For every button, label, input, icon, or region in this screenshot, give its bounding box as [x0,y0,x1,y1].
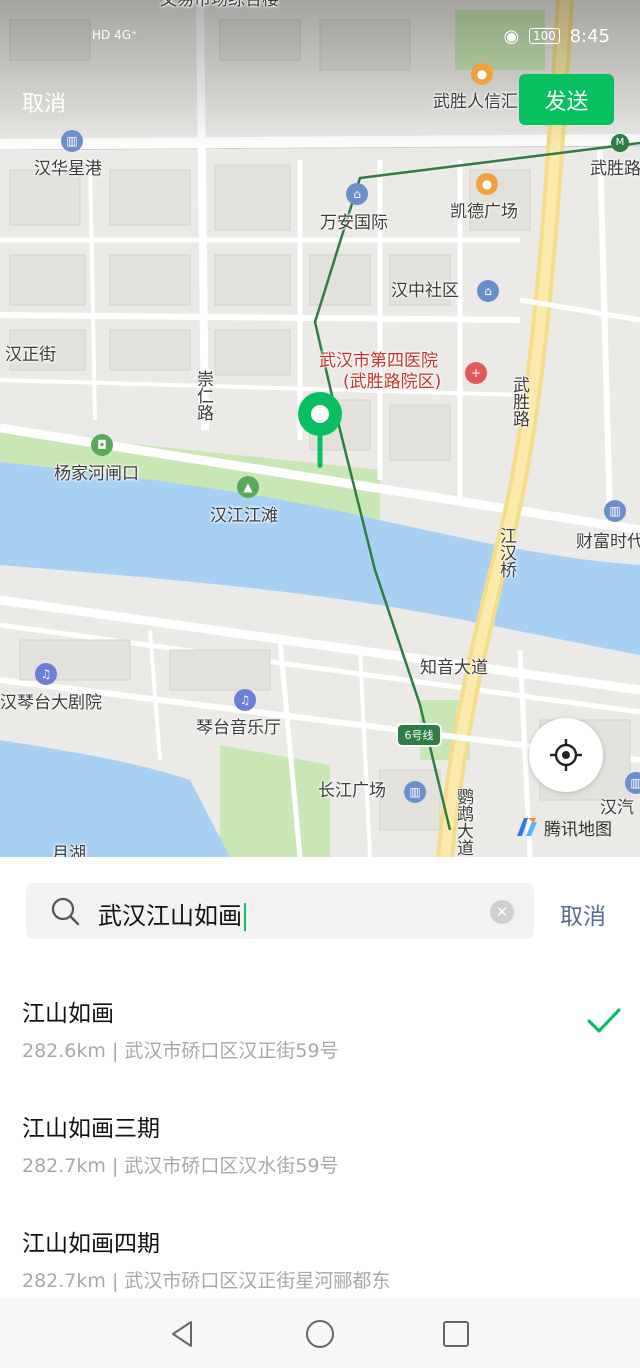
status-right: ◉ 100 8:45 [503,26,610,47]
map-label: 武胜路 [509,376,529,427]
map-label: 凯德广场 [450,202,518,222]
map-label: 文易市场综合楼 [160,0,279,10]
map-label-hospital: 武汉市第四医院 [319,351,438,371]
map-label: 财富时代 [576,532,640,552]
search-input[interactable]: 武汉江山如画 ✕ [26,883,534,939]
location-pin-icon [298,392,342,468]
search-text-wrap: 武汉江山如画 [98,896,246,931]
cancel-search-button[interactable]: 取消 [560,897,606,931]
tencent-map-icon [517,818,537,836]
music-icon: ♫ [234,689,256,711]
building-icon: ▥ [404,781,426,803]
cancel-button[interactable]: 取消 [22,86,66,118]
map-label: 汉江江滩 [210,506,278,526]
building-icon: ▥ [604,500,626,522]
result-item[interactable]: 江山如画三期 282.7km | 武汉市硚口区汉水街59号 [0,1087,640,1202]
search-panel: 武汉江山如画 ✕ 取消 江山如画 282.6km | 武汉市硚口区汉正街59号 … [0,857,640,1298]
map-provider-logo: 腾讯地图 [514,814,612,840]
home-icon: ⌂ [477,280,499,302]
map-provider-label: 腾讯地图 [544,819,612,840]
result-address: 282.6km | 武汉市硚口区汉正街59号 [22,1040,339,1062]
map-label: 汉正街 [5,345,56,365]
result-item[interactable]: 江山如画四期 282.7km | 武汉市硚口区汉正街星河郦都东 [0,1202,640,1298]
map-label-hospital: (武胜路院区) [343,372,442,392]
location-status-icon: ◉ [503,26,520,47]
map-label: 汉中社区 [391,281,459,301]
my-location-button[interactable] [529,718,603,792]
map-label: 武胜人信汇 [433,92,518,112]
map-view[interactable]: 文易市场综合楼 武胜人信汇 武胜路 汉华星港 万安国际 凯德广场 汉中社区 汉正… [0,0,640,857]
metro-icon: M [611,134,629,152]
signal-indicator: HD 4G⁺ [92,28,138,42]
send-button[interactable]: 发送 [519,74,614,125]
building-icon: ▥ [625,772,640,794]
map-label: 汉华星港 [34,159,102,179]
search-icon [51,897,80,926]
status-bar: HD 4G⁺ ◉ 100 8:45 [0,22,640,54]
map-label: 长江广场 [318,781,386,801]
map-label: 崇仁路 [193,370,213,421]
system-nav-bar [0,1298,640,1368]
map-label: 知音大道 [420,658,488,678]
result-name: 江山如画三期 [22,1116,160,1142]
building-icon: ▥ [61,130,83,152]
crosshair-icon [550,739,582,771]
clock: 8:45 [569,26,610,47]
music-icon: ♫ [35,663,57,685]
result-address: 282.7km | 武汉市硚口区汉正街星河郦都东 [22,1270,391,1292]
metro-line-badge: 6号线 [396,723,442,747]
back-icon[interactable] [167,1318,199,1350]
map-label: 江汉桥 [496,527,516,578]
search-value: 武汉江山如画 [98,902,242,930]
result-address: 282.7km | 武汉市硚口区汉水街59号 [22,1155,339,1177]
map-label: 汉琴台大剧院 [0,693,102,713]
battery-icon: 100 [528,28,560,44]
shop-icon: ● [471,63,493,85]
gate-icon: ◘ [91,434,113,456]
map-label: 万安国际 [320,213,388,233]
shop-icon: ● [476,173,498,195]
map-label: 武胜路 [590,159,640,179]
result-name: 江山如画 [22,1001,114,1027]
clear-icon[interactable]: ✕ [490,900,514,924]
recents-icon[interactable] [440,1318,472,1350]
home-icon[interactable] [304,1318,336,1350]
map-label: 月湖 [52,844,86,858]
result-name: 江山如画四期 [22,1231,160,1257]
text-caret [244,903,246,931]
map-label: 杨家河闸口 [54,464,139,484]
checkmark-icon [587,1008,621,1033]
hospital-icon: + [465,362,487,384]
map-label: 琴台音乐厅 [196,718,281,738]
park-icon: ▲ [237,476,259,498]
result-item[interactable]: 江山如画 282.6km | 武汉市硚口区汉正街59号 [0,972,640,1087]
map-label: 鹦鹉大道 [453,788,473,856]
home-icon: ⌂ [346,183,368,205]
